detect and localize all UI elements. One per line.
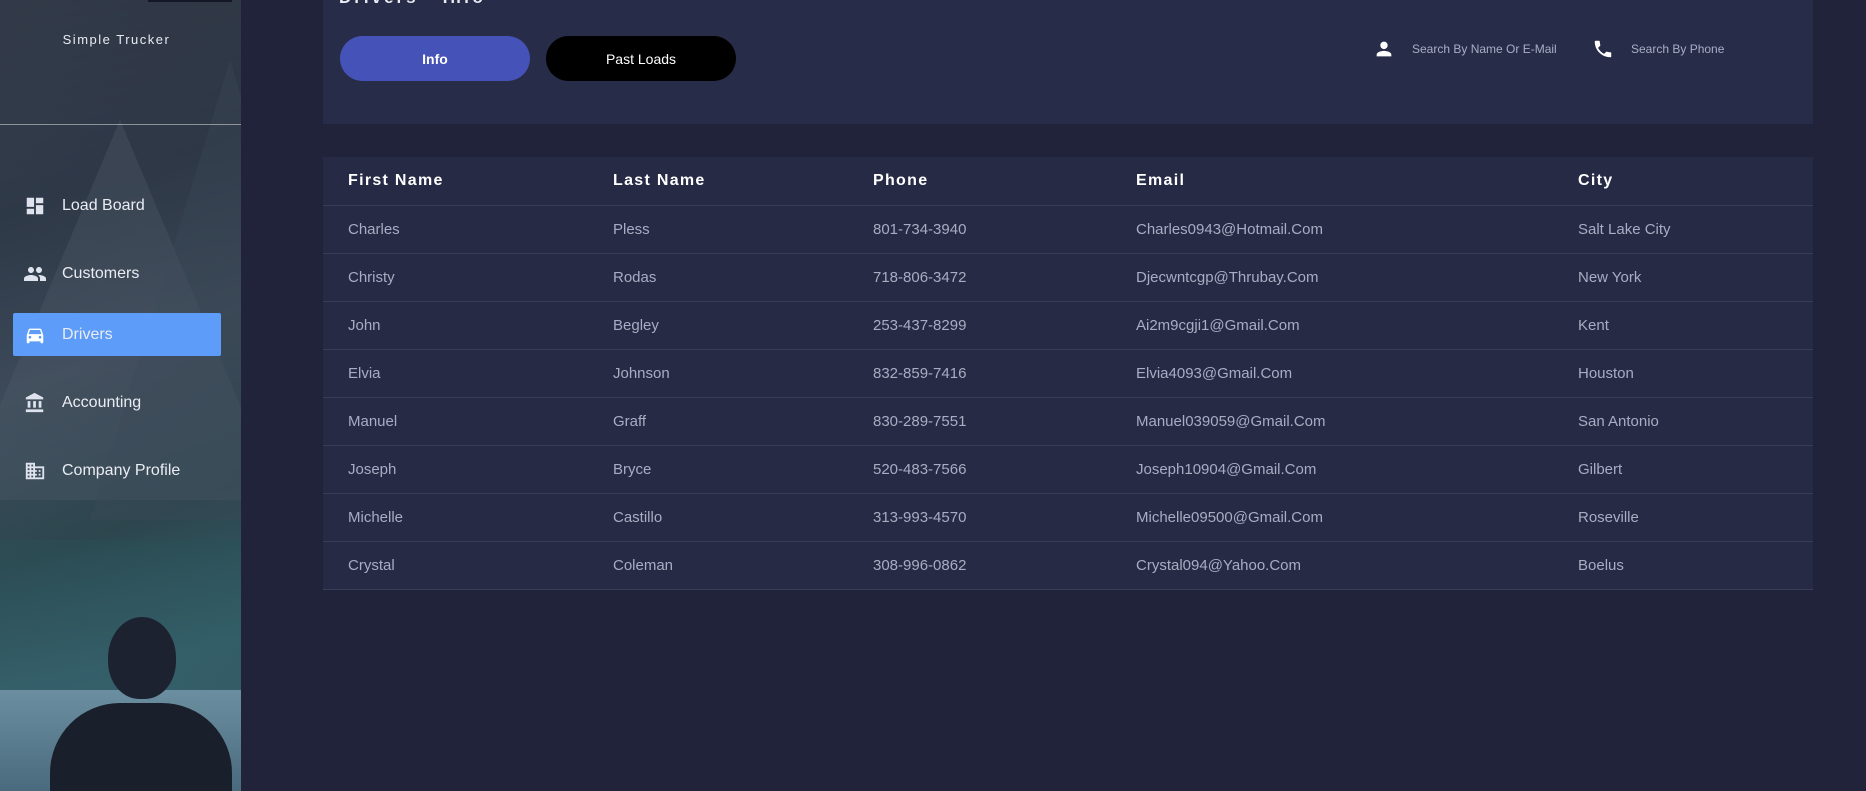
sidebar-item-label: Drivers xyxy=(62,325,113,343)
cell-email: Charles0943@Hotmail.Com xyxy=(1111,205,1553,254)
car-icon xyxy=(23,323,47,347)
cell-phone: 830-289-7551 xyxy=(848,397,1111,446)
table-row[interactable]: Charles Pless 801-734-3940 Charles0943@H… xyxy=(323,205,1813,254)
sidebar-item-company-profile[interactable]: Company Profile xyxy=(13,449,221,492)
cell-city: Kent xyxy=(1553,301,1813,350)
sidebar-item-label: Accounting xyxy=(62,393,142,411)
cell-last-name: Castillo xyxy=(588,493,848,542)
cell-first-name: Elvia xyxy=(323,349,588,398)
cell-phone: 308-996-0862 xyxy=(848,541,1111,590)
table-row[interactable]: Christy Rodas 718-806-3472 Djecwntcgp@Th… xyxy=(323,253,1813,302)
column-header-city[interactable]: City xyxy=(1553,157,1813,206)
cell-city: Salt Lake City xyxy=(1553,205,1813,254)
sidebar-item-label: Load Board xyxy=(62,196,145,214)
bank-icon xyxy=(23,391,47,415)
page-title: Drivers - Info xyxy=(339,0,486,8)
cell-phone: 718-806-3472 xyxy=(848,253,1111,302)
cell-city: Boelus xyxy=(1553,541,1813,590)
drivers-table: First Name Last Name Phone Email City Ch… xyxy=(323,157,1813,590)
cell-email: Manuel039059@Gmail.Com xyxy=(1111,397,1553,446)
cell-last-name: Graff xyxy=(588,397,848,446)
sidebar-item-drivers[interactable]: Drivers xyxy=(13,313,221,356)
column-header-phone[interactable]: Phone xyxy=(848,157,1111,206)
table-header-row: First Name Last Name Phone Email City xyxy=(323,157,1813,206)
cell-phone: 801-734-3940 xyxy=(848,205,1111,254)
cell-first-name: Charles xyxy=(323,205,588,254)
phone-icon xyxy=(1592,38,1614,60)
sidebar-item-label: Company Profile xyxy=(62,461,181,479)
cell-email: Ai2m9cgji1@Gmail.Com xyxy=(1111,301,1553,350)
sidebar-item-label: Customers xyxy=(62,264,140,282)
person-icon xyxy=(1373,38,1395,60)
cell-email: Djecwntcgp@Thrubay.Com xyxy=(1111,253,1553,302)
cell-last-name: Coleman xyxy=(588,541,848,590)
person-head xyxy=(108,617,176,699)
header-panel: Drivers - Info Info Past Loads xyxy=(323,0,1813,124)
cell-first-name: Manuel xyxy=(323,397,588,446)
brand-name[interactable]: Simple Trucker xyxy=(0,32,233,47)
person-body xyxy=(50,703,232,791)
building-icon xyxy=(23,459,47,483)
sidebar-item-accounting[interactable]: Accounting xyxy=(13,381,221,424)
tab-info-button[interactable]: Info xyxy=(340,36,530,81)
column-header-first-name[interactable]: First Name xyxy=(323,157,588,206)
sidebar-top-tab xyxy=(148,0,232,2)
cell-email: Michelle09500@Gmail.Com xyxy=(1111,493,1553,542)
cell-city: New York xyxy=(1553,253,1813,302)
people-icon xyxy=(23,262,47,286)
cell-last-name: Rodas xyxy=(588,253,848,302)
drivers-table-container: First Name Last Name Phone Email City Ch… xyxy=(323,157,1813,590)
cell-phone: 253-437-8299 xyxy=(848,301,1111,350)
table-row[interactable]: Elvia Johnson 832-859-7416 Elvia4093@Gma… xyxy=(323,349,1813,398)
cell-first-name: John xyxy=(323,301,588,350)
cell-city: Roseville xyxy=(1553,493,1813,542)
sidebar-item-customers[interactable]: Customers xyxy=(13,252,221,295)
tab-past-loads-button[interactable]: Past Loads xyxy=(546,36,736,81)
table-row[interactable]: Manuel Graff 830-289-7551 Manuel039059@G… xyxy=(323,397,1813,446)
cell-email: Elvia4093@Gmail.Com xyxy=(1111,349,1553,398)
cell-first-name: Michelle xyxy=(323,493,588,542)
brand-divider xyxy=(0,124,241,125)
table-row[interactable]: Joseph Bryce 520-483-7566 Joseph10904@Gm… xyxy=(323,445,1813,494)
cell-email: Joseph10904@Gmail.Com xyxy=(1111,445,1553,494)
cell-phone: 832-859-7416 xyxy=(848,349,1111,398)
cell-last-name: Bryce xyxy=(588,445,848,494)
table-row[interactable]: John Begley 253-437-8299 Ai2m9cgji1@Gmai… xyxy=(323,301,1813,350)
search-name-field xyxy=(1373,36,1564,62)
cell-last-name: Begley xyxy=(588,301,848,350)
column-header-last-name[interactable]: Last Name xyxy=(588,157,848,206)
search-name-input[interactable] xyxy=(1410,41,1564,57)
cell-last-name: Pless xyxy=(588,205,848,254)
column-header-email[interactable]: Email xyxy=(1111,157,1553,206)
dashboard-icon xyxy=(23,194,47,218)
sidebar-background-person xyxy=(48,615,238,791)
cell-first-name: Joseph xyxy=(323,445,588,494)
cell-email: Crystal094@Yahoo.Com xyxy=(1111,541,1553,590)
table-row[interactable]: Michelle Castillo 313-993-4570 Michelle0… xyxy=(323,493,1813,542)
cell-city: Gilbert xyxy=(1553,445,1813,494)
cell-city: San Antonio xyxy=(1553,397,1813,446)
cell-city: Houston xyxy=(1553,349,1813,398)
sidebar-item-load-board[interactable]: Load Board xyxy=(13,184,221,227)
cell-phone: 313-993-4570 xyxy=(848,493,1111,542)
cell-first-name: Crystal xyxy=(323,541,588,590)
cell-last-name: Johnson xyxy=(588,349,848,398)
sidebar: Simple Trucker Load Board Customers Driv… xyxy=(0,0,241,791)
cell-first-name: Christy xyxy=(323,253,588,302)
cell-phone: 520-483-7566 xyxy=(848,445,1111,494)
search-phone-field xyxy=(1592,36,1783,62)
search-phone-input[interactable] xyxy=(1629,41,1783,57)
table-row[interactable]: Crystal Coleman 308-996-0862 Crystal094@… xyxy=(323,541,1813,590)
